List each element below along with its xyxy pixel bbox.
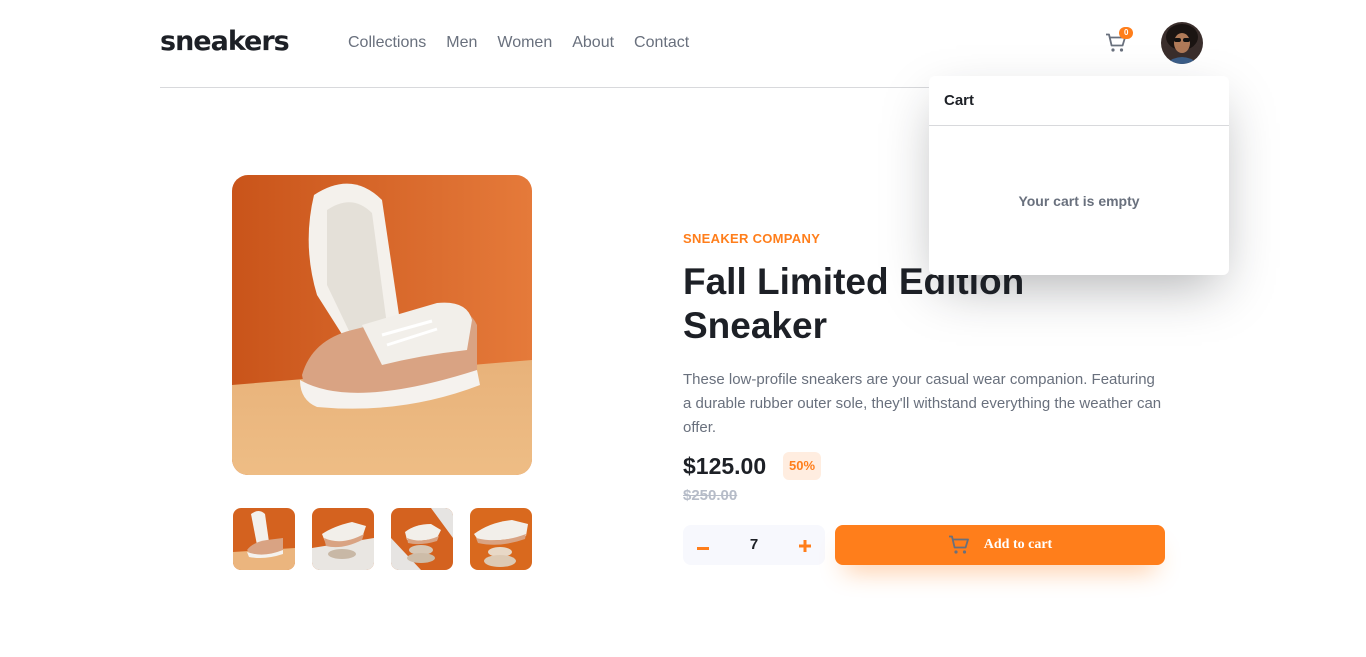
cart-count-badge: 0 bbox=[1119, 27, 1134, 39]
quantity-increase-button[interactable] bbox=[793, 525, 817, 565]
product-price: $125.00 bbox=[683, 453, 767, 479]
cart-popup-divider bbox=[929, 125, 1229, 126]
quantity-value: 7 bbox=[749, 536, 759, 553]
original-price: $250.00 bbox=[683, 487, 738, 504]
minus-icon bbox=[697, 547, 709, 550]
product-thumbnail-3[interactable] bbox=[391, 508, 453, 570]
nav-item-men[interactable]: Men bbox=[446, 34, 477, 52]
avatar[interactable] bbox=[1161, 22, 1203, 64]
add-to-cart-label: Add to cart bbox=[983, 537, 1053, 552]
site-header: sneakers Collections Men Women About Con… bbox=[160, 0, 1206, 88]
quantity-stepper: 7 bbox=[683, 525, 825, 565]
quantity-decrease-button[interactable] bbox=[691, 525, 715, 565]
plus-icon bbox=[799, 540, 811, 552]
main-nav: Collections Men Women About Contact bbox=[348, 34, 689, 52]
nav-item-women[interactable]: Women bbox=[497, 34, 552, 52]
product-thumbnail-4[interactable] bbox=[470, 508, 532, 570]
product-description: These low-profile sneakers are your casu… bbox=[683, 371, 1162, 436]
cart-empty-message: Your cart is empty bbox=[1018, 193, 1140, 209]
cart-popup: Cart Your cart is empty bbox=[929, 76, 1229, 275]
nav-item-contact[interactable]: Contact bbox=[634, 34, 689, 52]
product-main-image[interactable] bbox=[232, 175, 532, 475]
cart-icon bbox=[948, 535, 969, 554]
cart-popup-title: Cart bbox=[944, 92, 975, 109]
product-thumbnail-1[interactable] bbox=[233, 508, 295, 570]
discount-badge: 50% bbox=[783, 452, 822, 480]
nav-item-about[interactable]: About bbox=[572, 34, 614, 52]
add-to-cart-button[interactable]: Add to cart bbox=[835, 525, 1165, 565]
cart-button[interactable]: 0 bbox=[1105, 27, 1134, 56]
product-thumbnail-2[interactable] bbox=[312, 508, 374, 570]
nav-item-collections[interactable]: Collections bbox=[348, 34, 426, 52]
product-company: SNEAKER COMPANY bbox=[683, 231, 821, 246]
brand-logo[interactable]: sneakers bbox=[160, 26, 290, 57]
